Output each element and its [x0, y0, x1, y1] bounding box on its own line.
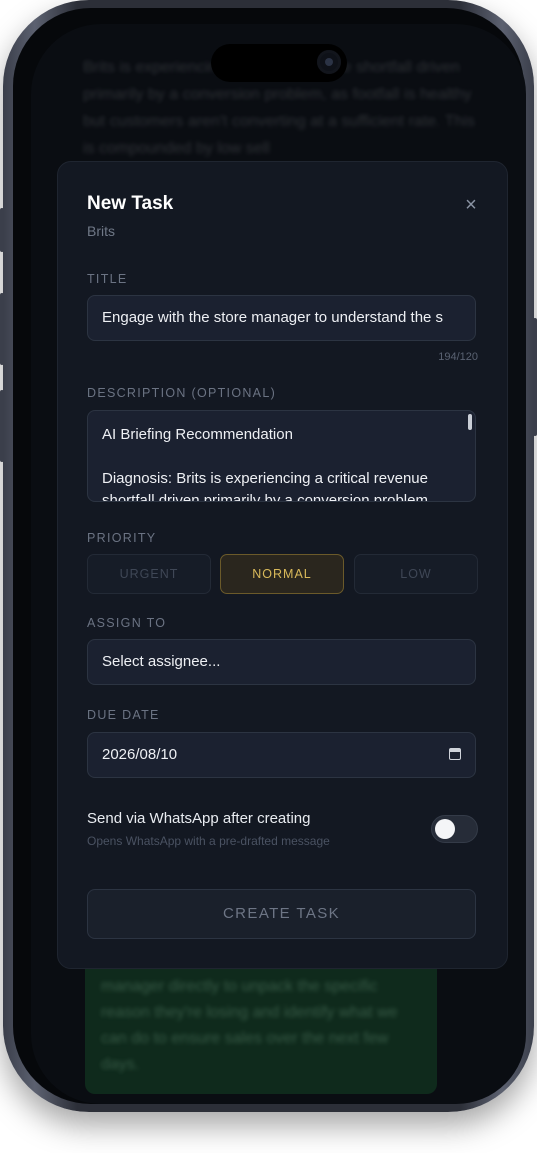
- priority-normal-button[interactable]: NORMAL: [220, 554, 344, 594]
- screen: Brits is experiencing a critical revenue…: [31, 24, 526, 1104]
- assignee-select[interactable]: Select assignee...: [87, 639, 476, 685]
- title-char-counter: 194/120: [438, 351, 478, 363]
- power-button: [533, 318, 537, 436]
- due-date-label: DUE DATE: [87, 708, 160, 722]
- whatsapp-toggle-title: Send via WhatsApp after creating: [87, 810, 311, 827]
- title-label: TITLE: [87, 272, 128, 286]
- due-date-value: 2026/08/10: [102, 746, 178, 763]
- create-task-button[interactable]: CREATE TASK: [87, 889, 476, 939]
- phone-frame: Brits is experiencing a critical revenue…: [0, 0, 537, 1112]
- camera-icon: [317, 50, 341, 74]
- phone-bezel: Brits is experiencing a critical revenue…: [13, 8, 526, 1104]
- new-task-modal: New Task Brits × TITLE Engage with the s…: [57, 161, 508, 969]
- toggle-knob: [435, 819, 455, 839]
- volume-up-button: [0, 293, 4, 365]
- volume-down-button: [0, 390, 4, 462]
- assign-label: ASSIGN TO: [87, 616, 167, 630]
- description-line-2: Diagnosis: Brits is experiencing a criti…: [102, 470, 428, 502]
- description-line-1: AI Briefing Recommendation: [102, 426, 293, 443]
- due-date-input[interactable]: 2026/08/10: [87, 732, 476, 778]
- action-button: [0, 208, 4, 252]
- close-icon[interactable]: ×: [460, 194, 482, 216]
- whatsapp-toggle-subtitle: Opens WhatsApp with a pre-drafted messag…: [87, 834, 330, 848]
- priority-low-button[interactable]: LOW: [354, 554, 478, 594]
- calendar-icon[interactable]: [449, 748, 461, 760]
- description-label: DESCRIPTION (OPTIONAL): [87, 386, 277, 400]
- background-card-text: manager directly to unpack the specific …: [101, 978, 398, 1073]
- whatsapp-toggle[interactable]: [431, 815, 478, 843]
- priority-label: PRIORITY: [87, 531, 157, 545]
- modal-subtitle: Brits: [87, 223, 115, 239]
- modal-title: New Task: [87, 193, 174, 214]
- textarea-scrollbar[interactable]: [468, 414, 472, 430]
- priority-urgent-button[interactable]: URGENT: [87, 554, 211, 594]
- description-textarea[interactable]: AI Briefing Recommendation Diagnosis: Br…: [87, 410, 476, 502]
- title-input[interactable]: Engage with the store manager to underst…: [87, 295, 476, 341]
